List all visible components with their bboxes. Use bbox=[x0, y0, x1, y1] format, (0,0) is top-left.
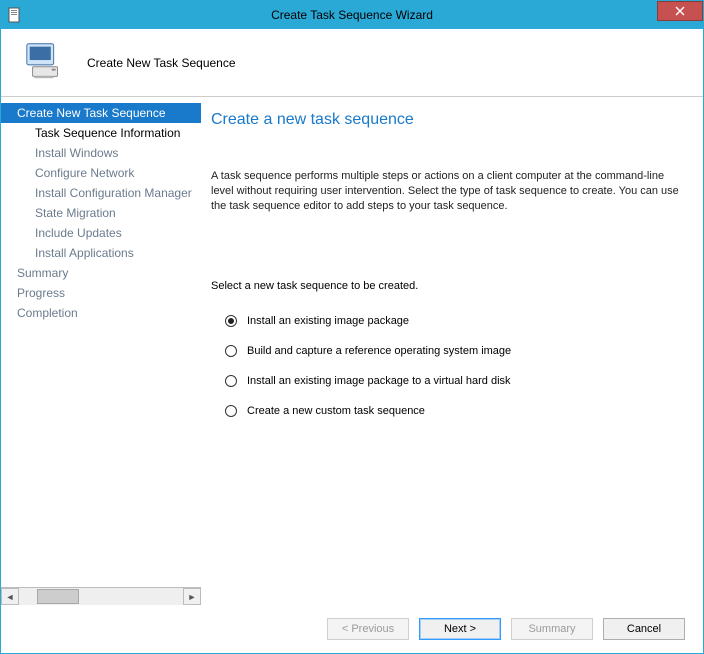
computer-icon bbox=[23, 38, 69, 87]
cancel-button[interactable]: Cancel bbox=[603, 618, 685, 640]
select-label: Select a new task sequence to be created… bbox=[211, 280, 681, 292]
scroll-left-button[interactable]: ◄ bbox=[1, 588, 19, 605]
wizard-window: Create Task Sequence Wizard Create New T… bbox=[0, 0, 704, 654]
sidebar: Create New Task SequenceTask Sequence In… bbox=[1, 97, 201, 605]
sidebar-scrollbar[interactable]: ◄ ► bbox=[1, 587, 201, 605]
radio-option[interactable]: Build and capture a reference operating … bbox=[225, 336, 681, 366]
radio-icon[interactable] bbox=[225, 345, 237, 357]
titlebar[interactable]: Create Task Sequence Wizard bbox=[1, 1, 703, 29]
scroll-thumb[interactable] bbox=[37, 589, 79, 604]
nav-item[interactable]: Completion bbox=[1, 303, 201, 323]
radio-option[interactable]: Create a new custom task sequence bbox=[225, 396, 681, 426]
wizard-header: Create New Task Sequence bbox=[1, 29, 703, 97]
radio-option[interactable]: Install an existing image package bbox=[225, 306, 681, 336]
page-description: A task sequence performs multiple steps … bbox=[211, 169, 681, 214]
radio-label: Build and capture a reference operating … bbox=[247, 345, 511, 357]
nav-item[interactable]: Install Configuration Manager bbox=[1, 183, 201, 203]
next-button[interactable]: Next > bbox=[419, 618, 501, 640]
wizard-subtitle: Create New Task Sequence bbox=[87, 56, 236, 70]
nav-item[interactable]: Task Sequence Information bbox=[1, 123, 201, 143]
nav-item[interactable]: Configure Network bbox=[1, 163, 201, 183]
nav-item[interactable]: Create New Task Sequence bbox=[1, 103, 201, 123]
nav-item[interactable]: State Migration bbox=[1, 203, 201, 223]
nav-item[interactable]: Include Updates bbox=[1, 223, 201, 243]
scroll-track[interactable] bbox=[19, 588, 183, 605]
radio-label: Install an existing image package to a v… bbox=[247, 375, 511, 387]
radio-label: Create a new custom task sequence bbox=[247, 405, 425, 417]
scroll-right-button[interactable]: ► bbox=[183, 588, 201, 605]
nav-item[interactable]: Install Windows bbox=[1, 143, 201, 163]
nav-item[interactable]: Install Applications bbox=[1, 243, 201, 263]
wizard-footer: < Previous Next > Summary Cancel bbox=[1, 605, 703, 653]
radio-option[interactable]: Install an existing image package to a v… bbox=[225, 366, 681, 396]
radio-icon[interactable] bbox=[225, 405, 237, 417]
window-title: Create Task Sequence Wizard bbox=[1, 8, 703, 22]
nav-item[interactable]: Summary bbox=[1, 263, 201, 283]
task-type-radio-group: Install an existing image package Build a… bbox=[211, 306, 681, 426]
page-heading: Create a new task sequence bbox=[211, 111, 681, 129]
radio-icon[interactable] bbox=[225, 375, 237, 387]
nav-list: Create New Task SequenceTask Sequence In… bbox=[1, 97, 201, 587]
radio-icon[interactable] bbox=[225, 315, 237, 327]
previous-button[interactable]: < Previous bbox=[327, 618, 409, 640]
wizard-body: Create New Task SequenceTask Sequence In… bbox=[1, 97, 703, 605]
nav-item[interactable]: Progress bbox=[1, 283, 201, 303]
summary-button[interactable]: Summary bbox=[511, 618, 593, 640]
radio-label: Install an existing image package bbox=[247, 315, 409, 327]
main-panel: Create a new task sequence A task sequen… bbox=[201, 97, 703, 605]
app-icon bbox=[7, 7, 23, 23]
close-button[interactable] bbox=[657, 1, 703, 21]
